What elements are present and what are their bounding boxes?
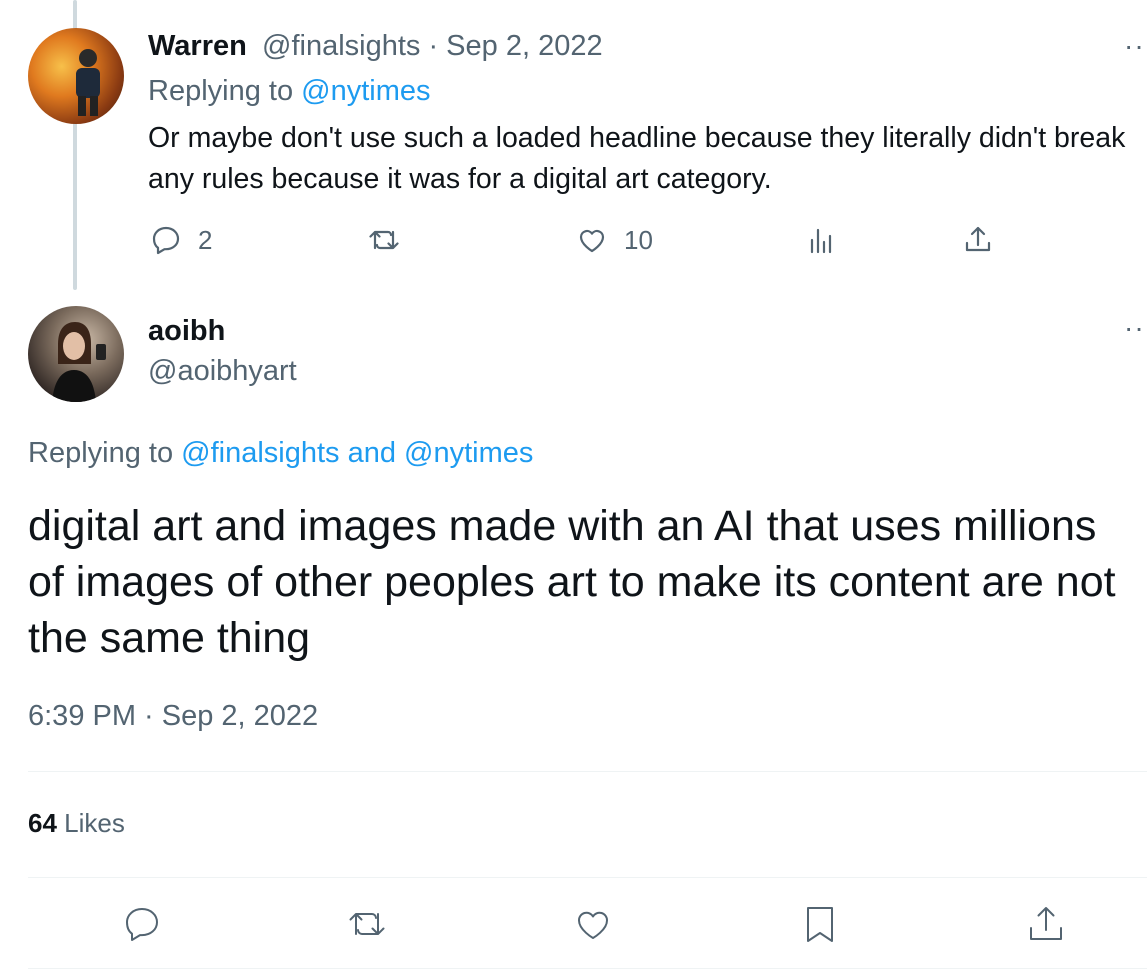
avatar[interactable] bbox=[28, 28, 124, 124]
share-icon bbox=[1030, 907, 1062, 940]
like-button[interactable]: 10 bbox=[574, 222, 653, 258]
divider bbox=[28, 877, 1147, 878]
retweet-icon bbox=[369, 230, 399, 250]
replying-to: Replying to @nytimes bbox=[148, 75, 431, 108]
share-icon bbox=[965, 226, 991, 252]
retweet-button[interactable] bbox=[345, 902, 389, 946]
like-count: 10 bbox=[624, 224, 653, 255]
reply-count: 2 bbox=[198, 224, 213, 255]
tweet-timestamp[interactable]: 6:39 PM · Sep 2, 2022 bbox=[28, 700, 318, 733]
likes-stat[interactable]: 64 Likes bbox=[28, 808, 125, 839]
author-name[interactable]: Warren bbox=[148, 30, 247, 63]
avatar[interactable] bbox=[28, 306, 124, 402]
reply-icon bbox=[152, 226, 180, 255]
share-button[interactable] bbox=[960, 222, 996, 258]
retweet-button[interactable] bbox=[366, 222, 416, 258]
avatar-photo-icon bbox=[76, 49, 100, 116]
author-handle-date[interactable]: @finalsights · Sep 2, 2022 bbox=[262, 30, 603, 63]
views-chart-icon bbox=[810, 228, 832, 254]
tweet-text: digital art and images made with an AI t… bbox=[28, 502, 1116, 662]
author-name[interactable]: aoibh bbox=[148, 315, 225, 348]
avatar-photo-icon bbox=[52, 322, 106, 402]
like-button[interactable] bbox=[571, 902, 615, 946]
mention-link[interactable]: @finalsights and @nytimes bbox=[181, 437, 533, 469]
likes-count: 64 bbox=[28, 808, 57, 838]
share-button[interactable] bbox=[1024, 902, 1068, 946]
reply-icon bbox=[126, 908, 158, 941]
divider bbox=[28, 771, 1147, 772]
reply-button[interactable]: 2 bbox=[148, 222, 212, 258]
replying-to: Replying to @finalsights and @nytimes bbox=[28, 437, 533, 470]
replying-to-prefix: Replying to bbox=[148, 75, 302, 107]
bookmark-icon bbox=[807, 907, 833, 942]
replying-to-prefix: Replying to bbox=[28, 437, 182, 469]
heart-icon bbox=[577, 911, 609, 939]
tweet-text: Or maybe don't use such a loaded headlin… bbox=[148, 122, 1126, 195]
bookmark-button[interactable] bbox=[798, 902, 842, 946]
views-button[interactable] bbox=[804, 222, 840, 258]
more-options-icon[interactable]: ·· bbox=[1124, 30, 1145, 62]
mention-link[interactable]: @nytimes bbox=[301, 75, 430, 107]
author-handle[interactable]: @aoibhyart bbox=[148, 355, 297, 388]
more-options-icon[interactable]: ·· bbox=[1124, 312, 1145, 344]
divider bbox=[28, 968, 1147, 969]
heart-icon bbox=[579, 229, 605, 253]
reply-button[interactable] bbox=[120, 902, 164, 946]
retweet-icon bbox=[349, 913, 385, 935]
likes-label: Likes bbox=[56, 808, 125, 838]
